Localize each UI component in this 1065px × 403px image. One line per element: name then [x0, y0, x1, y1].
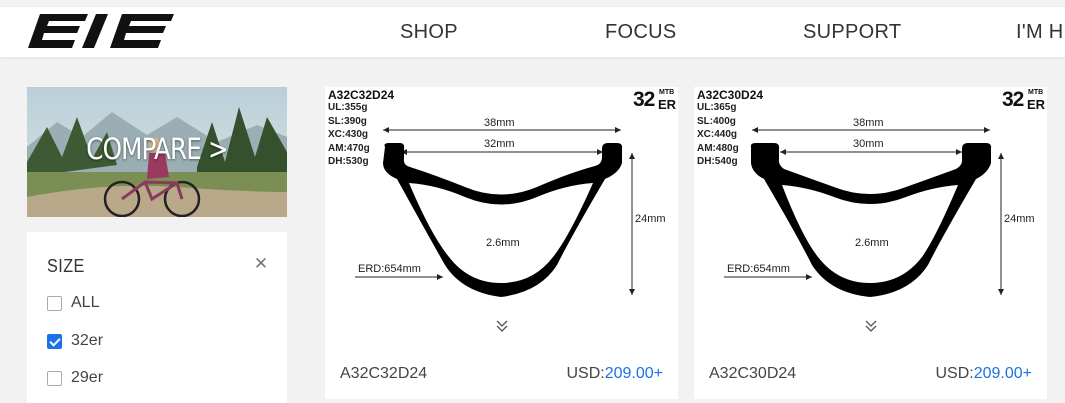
size-option-label: 29er	[71, 369, 104, 386]
weight-am: AM:480g	[697, 142, 739, 154]
weight-sl: SL:400g	[697, 115, 736, 127]
eie-logo[interactable]	[28, 14, 174, 50]
price-value: 209.00+	[604, 365, 663, 382]
checkbox-all[interactable]	[47, 295, 62, 311]
size-option-label: 32er	[71, 332, 104, 349]
thickness-label: 2.6mm	[486, 237, 520, 249]
size-option-label: ALL	[71, 294, 100, 311]
price-value: 209.00+	[973, 365, 1032, 382]
outer-width-label: 38mm	[853, 117, 884, 129]
card-price: USD:209.00+	[935, 365, 1032, 383]
nav-im-here[interactable]: I'M HE	[1016, 21, 1065, 44]
compare-label: COMPARE >	[86, 132, 228, 166]
weight-ul: UL:355g	[328, 102, 368, 113]
price-currency: USD:	[566, 365, 605, 382]
card-weights: UL:355g SL:390g XC:430g AM:470g DH:530g	[328, 101, 370, 169]
compare-banner[interactable]: COMPARE >	[27, 87, 287, 217]
card-price: USD:209.00+	[566, 365, 663, 383]
wheel-size-number: 32	[633, 88, 655, 111]
size-filter-title: SIZE	[47, 256, 85, 276]
product-card[interactable]: A32C32D24 UL:355g SL:390g XC:430g AM:470…	[325, 87, 678, 399]
inner-width-label: 32mm	[484, 138, 515, 150]
inner-width-label: 30mm	[853, 138, 884, 150]
wheel-size-number: 32	[1002, 88, 1024, 111]
checkbox-32er[interactable]	[47, 333, 62, 349]
weight-sl: SL:390g	[328, 115, 367, 127]
card-product-name[interactable]: A32C32D24	[340, 365, 427, 383]
outer-width-label: 38mm	[484, 117, 515, 129]
weight-dh: DH:530g	[328, 156, 369, 167]
weight-xc: XC:440g	[697, 129, 738, 140]
card-weights: UL:365g SL:400g XC:440g AM:480g DH:540g	[697, 101, 739, 169]
price-currency: USD:	[935, 365, 974, 382]
nav-focus[interactable]: FOCUS	[605, 21, 677, 44]
site-header: SHOP FOCUS SUPPORT I'M HE	[0, 7, 1065, 57]
size-filter-panel: SIZE ✕ ALL 32er 29er	[27, 232, 287, 403]
weight-xc: XC:430g	[328, 129, 369, 140]
card-product-name[interactable]: A32C30D24	[709, 365, 796, 383]
weight-ul: UL:365g	[697, 102, 737, 113]
nav-support[interactable]: SUPPORT	[803, 21, 901, 44]
card-model: A32C30D24	[697, 88, 764, 102]
wheel-size-mtb: MTB	[659, 89, 675, 96]
wheel-size-mtb: MTB	[1028, 89, 1044, 96]
checkbox-29er[interactable]	[47, 370, 62, 386]
weight-am: AM:470g	[328, 142, 370, 154]
card-model: A32C32D24	[328, 88, 395, 102]
depth-label: 24mm	[1004, 213, 1035, 225]
chevron-down-icon[interactable]	[863, 319, 879, 333]
product-card[interactable]: A32C30D24 UL:365g SL:400g XC:440g AM:480…	[694, 87, 1047, 399]
size-option-32er[interactable]: 32er	[47, 331, 103, 351]
erd-label: ERD:654mm	[727, 263, 790, 275]
wheel-size-er: ER	[658, 97, 677, 112]
size-option-29er[interactable]: 29er	[47, 368, 103, 388]
size-option-all[interactable]: ALL	[47, 293, 99, 313]
erd-label: ERD:654mm	[358, 263, 421, 275]
close-icon[interactable]: ✕	[253, 255, 269, 272]
thickness-label: 2.6mm	[855, 237, 889, 249]
wheel-size-er: ER	[1027, 97, 1046, 112]
top-strip	[0, 0, 1065, 7]
nav-shop[interactable]: SHOP	[400, 21, 458, 44]
chevron-down-icon[interactable]	[494, 319, 510, 333]
depth-label: 24mm	[635, 213, 666, 225]
weight-dh: DH:540g	[697, 156, 738, 167]
